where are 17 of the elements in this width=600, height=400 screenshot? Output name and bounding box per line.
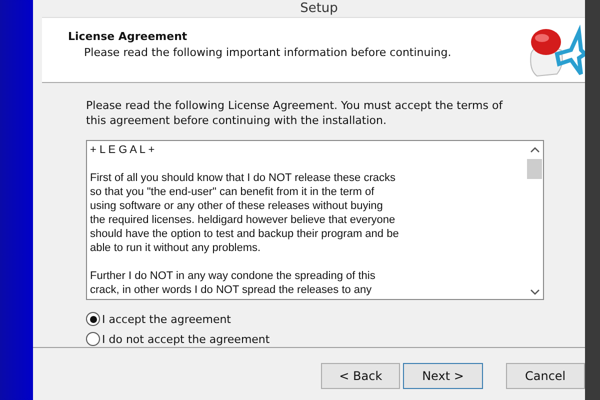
radio-button[interactable] — [86, 332, 100, 346]
scroll-up-icon[interactable] — [530, 147, 540, 153]
license-paragraph: Further I do NOT in any way condone the spreading of this crack, in other words I do NOT spread the releases to any — [90, 269, 376, 297]
wizard-button[interactable]: Next > — [403, 363, 483, 389]
page-title: License Agreement — [68, 30, 188, 43]
scroll-down-icon[interactable] — [530, 289, 540, 295]
wizard-button[interactable]: < Back — [321, 363, 400, 389]
scroll-thumb[interactable] — [527, 159, 542, 179]
radio-option[interactable]: I accept the agreement — [86, 312, 231, 326]
license-paragraph: + L E G A L + — [90, 143, 156, 157]
radio-option[interactable]: I do not accept the agreement — [86, 332, 270, 346]
wizard-button[interactable]: Cancel — [506, 363, 585, 389]
radio-button[interactable] — [86, 312, 100, 326]
instruction-text: Please read the following License Agreement. You must accept the terms of this agreement before continuing with the installation. — [86, 98, 504, 128]
window-title: Setup — [300, 1, 338, 16]
page-subtitle: Please read the following important information before continuing. — [83, 45, 452, 59]
license-paragraph: First of all you should know that I do NOT release these cracks so that you "the end-user" can benefit from it in the term of using software or any other of these releases without buying the required licenses. heldigard however believe that everyone should have the option to test and backup their program and be able to run it without any problems. — [90, 171, 400, 255]
